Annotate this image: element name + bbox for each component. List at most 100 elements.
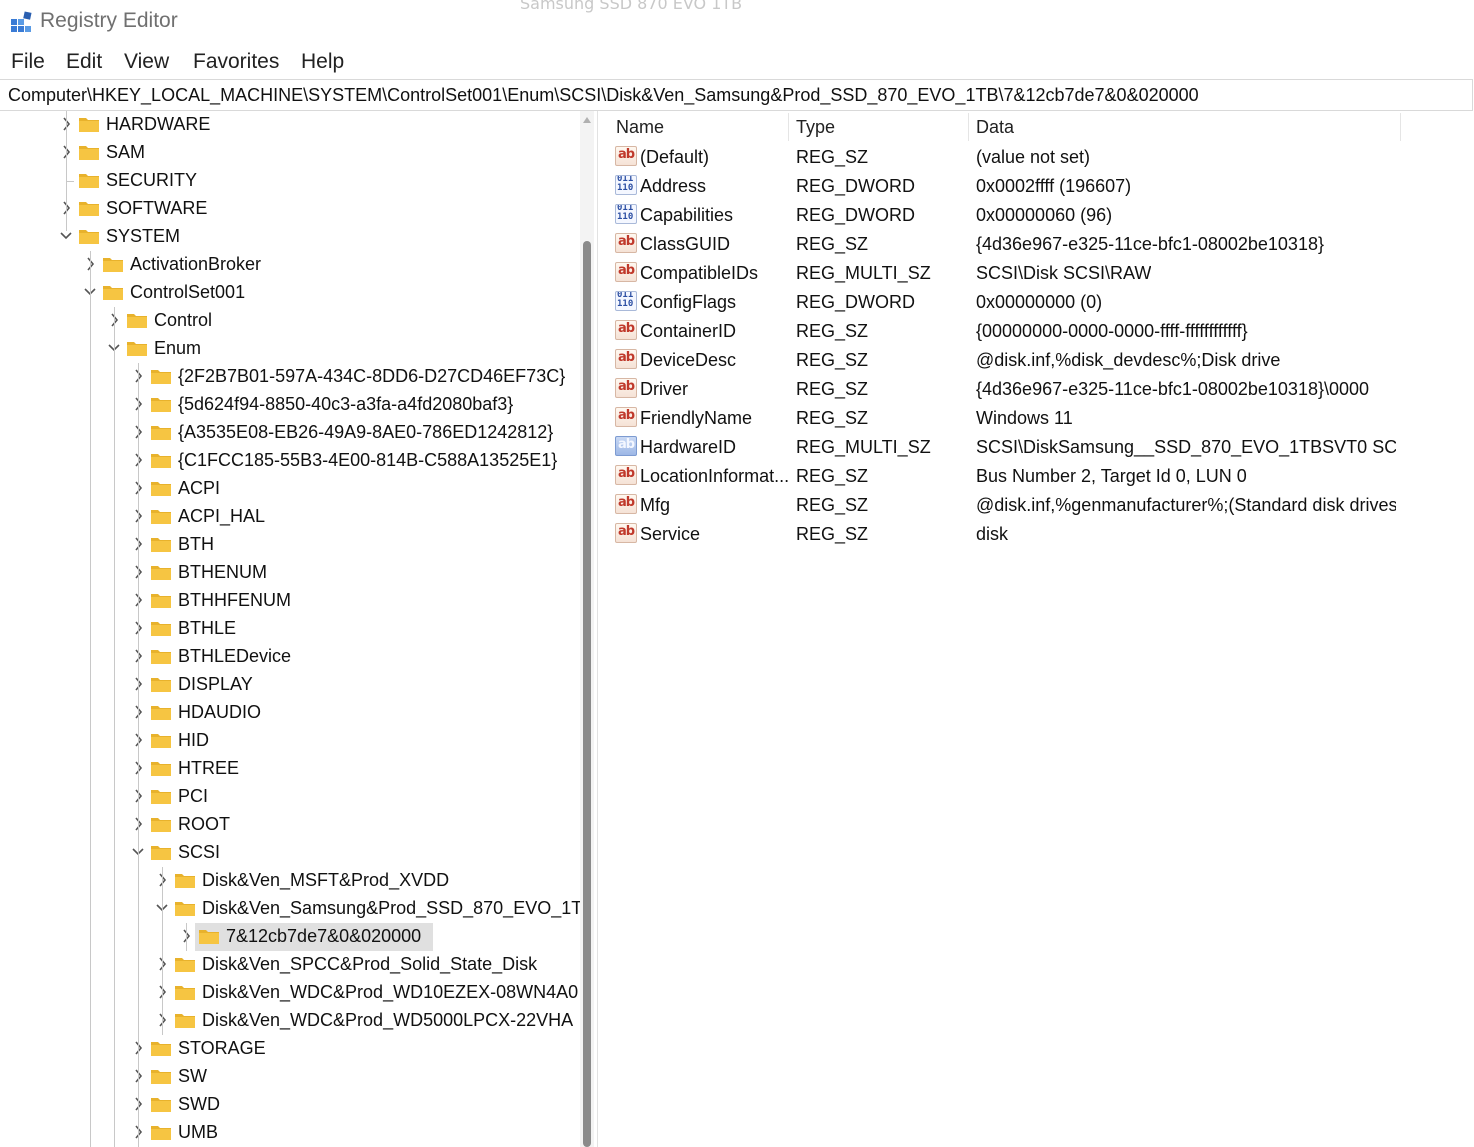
value-type: REG_SZ <box>796 234 869 254</box>
tree-node[interactable]: {A3535E08-EB26-49A9-8AE0-786ED1242812} <box>0 419 577 447</box>
folder-icon <box>150 1123 172 1141</box>
tree-node[interactable]: HARDWARE <box>0 111 577 139</box>
value-name: HardwareID <box>640 437 737 457</box>
tree-node[interactable]: BTHLE <box>0 615 577 643</box>
tree-node[interactable]: {C1FCC185-55B3-4E00-814B-C588A13525E1} <box>0 447 577 475</box>
tree-node[interactable]: Disk&Ven_MSFT&Prod_XVDD <box>0 867 577 895</box>
value-type: REG_SZ <box>796 147 869 167</box>
tree-node-label: ControlSet001 <box>130 282 246 302</box>
tree-node-label: HTREE <box>178 758 240 778</box>
value-row[interactable]: ab FriendlyName REG_SZ Windows 11 <box>608 404 1474 433</box>
menu-view[interactable]: View <box>124 50 169 74</box>
value-row[interactable]: ab (Default) REG_SZ (value not set) <box>608 143 1474 172</box>
tree-node[interactable]: ControlSet001 <box>0 279 577 307</box>
tree-node-label: Disk&Ven_Samsung&Prod_SSD_870_EVO_1TB <box>202 898 595 918</box>
scrollbar-thumb[interactable] <box>583 241 591 1147</box>
tree-node[interactable]: 7&12cb7de7&0&020000 <box>0 923 577 951</box>
tree-scrollbar[interactable] <box>580 111 594 1147</box>
folder-icon <box>78 143 100 161</box>
tree-node[interactable]: PCI <box>0 783 577 811</box>
tree-node[interactable]: ACPI_HAL <box>0 503 577 531</box>
value-row[interactable]: 011 110 Capabilities REG_DWORD 0x00000060 (9… <box>608 201 1474 230</box>
value-row[interactable]: ab Driver REG_SZ {4d36e967-e325-11ce-bfc1-0… <box>608 375 1474 404</box>
tree-node-label: BTHENUM <box>178 562 267 582</box>
tree-guide-line <box>162 867 163 1035</box>
column-name[interactable]: Name <box>616 117 664 138</box>
column-divider[interactable] <box>968 113 969 141</box>
string-value-icon: ab <box>615 146 637 166</box>
ghost-window-title: Samsung SSD 870 EVO 1TB <box>520 0 743 13</box>
string-value-icon: ab <box>615 465 637 485</box>
tree-node[interactable]: Disk&Ven_WDC&Prod_WD10EZEX-08WN4A0 <box>0 979 579 1007</box>
menu-help[interactable]: Help <box>301 50 344 74</box>
tree-node[interactable]: HID <box>0 727 577 755</box>
column-divider[interactable] <box>788 113 789 141</box>
tree-node-label: Disk&Ven_WDC&Prod_WD10EZEX-08WN4A0 <box>202 982 579 1002</box>
tree-node[interactable]: SW <box>0 1063 577 1091</box>
tree-node[interactable]: BTHLEDevice <box>0 643 577 671</box>
value-row[interactable]: ab Service REG_SZ disk <box>608 520 1474 549</box>
value-name: ContainerID <box>640 321 737 341</box>
tree-node[interactable]: {5d624f94-8850-40c3-a3fa-a4fd2080baf3} <box>0 391 577 419</box>
tree-node[interactable]: Disk&Ven_SPCC&Prod_Solid_State_Disk <box>0 951 577 979</box>
binary-value-icon: 011 110 <box>615 291 637 311</box>
menu-favorites[interactable]: Favorites <box>193 50 279 74</box>
values-list[interactable]: Name Type Data ab (Default) REG_SZ (value n… <box>608 111 1474 1147</box>
tree-node[interactable]: SCSI <box>0 839 577 867</box>
tree-node-label: HID <box>178 730 209 750</box>
tree-node[interactable]: ROOT <box>0 811 577 839</box>
title-bar: Registry Editor Samsung SSD 870 EVO 1TB <box>0 0 1474 46</box>
tree-node[interactable]: BTHENUM <box>0 559 577 587</box>
scroll-up-icon[interactable] <box>583 117 591 123</box>
tree-node-label: DISPLAY <box>178 674 253 694</box>
value-row[interactable]: ab ClassGUID REG_SZ {4d36e967-e325-11ce-bfc… <box>608 230 1474 259</box>
value-data: Bus Number 2, Target Id 0, LUN 0 <box>976 466 1247 486</box>
value-data: 0x00000060 (96) <box>976 205 1113 225</box>
tree-node-label: ACPI_HAL <box>178 506 266 526</box>
column-divider[interactable] <box>1400 113 1401 141</box>
address-bar[interactable]: Computer\HKEY_LOCAL_MACHINE\SYSTEM\Contr… <box>0 79 1473 111</box>
tree-node[interactable]: SOFTWARE <box>0 195 577 223</box>
menu-file[interactable]: File <box>11 50 45 74</box>
value-row[interactable]: ab DeviceDesc REG_SZ @disk.inf,%disk_devdes… <box>608 346 1474 375</box>
key-tree[interactable]: HARDWARE SAM SECURITY SOFTWARE SYSTEM Ac… <box>0 111 597 1147</box>
string-value-icon: ab <box>615 320 637 340</box>
value-row[interactable]: ab ContainerID REG_SZ {00000000-0000-0000-f… <box>608 317 1474 346</box>
value-type: REG_DWORD <box>796 292 916 312</box>
tree-node[interactable]: SWD <box>0 1091 577 1119</box>
value-row[interactable]: ab Mfg REG_SZ @disk.inf,%genmanufacturer%;(… <box>608 491 1474 520</box>
tree-node-label: UMB <box>178 1122 218 1142</box>
tree-node[interactable]: Control <box>0 307 577 335</box>
value-data: @disk.inf,%disk_devdesc%;Disk drive <box>976 350 1281 370</box>
value-row[interactable]: ab LocationInformat... REG_SZ Bus Number 2,… <box>608 462 1474 491</box>
tree-node[interactable]: DISPLAY <box>0 671 577 699</box>
string-value-icon: ab <box>615 523 637 543</box>
tree-node[interactable]: HTREE <box>0 755 577 783</box>
tree-node[interactable]: ActivationBroker <box>0 251 577 279</box>
tree-node[interactable]: SAM <box>0 139 577 167</box>
tree-node-label: BTHLEDevice <box>178 646 292 666</box>
tree-node[interactable]: SECURITY <box>0 167 577 195</box>
tree-node[interactable]: Disk&Ven_WDC&Prod_WD5000LPCX-22VHA <box>0 1007 577 1035</box>
value-row[interactable]: 011 110 Address REG_DWORD 0x0002ffff (196607… <box>608 172 1474 201</box>
tree-node[interactable]: ACPI <box>0 475 577 503</box>
value-type: REG_DWORD <box>796 176 916 196</box>
value-row[interactable]: ab HardwareID REG_MULTI_SZ SCSI\DiskSamsung… <box>608 433 1474 462</box>
tree-node[interactable]: BTH <box>0 531 577 559</box>
string-value-icon: ab <box>615 494 637 514</box>
value-row[interactable]: ab CompatibleIDs REG_MULTI_SZ SCSI\Disk SCS… <box>608 259 1474 288</box>
tree-node[interactable]: SYSTEM <box>0 223 577 251</box>
tree-node[interactable]: UMB <box>0 1119 577 1147</box>
address-path[interactable]: Computer\HKEY_LOCAL_MACHINE\SYSTEM\Contr… <box>8 85 1199 106</box>
menu-edit[interactable]: Edit <box>66 50 102 74</box>
folder-icon <box>150 507 172 525</box>
tree-node[interactable]: STORAGE <box>0 1035 577 1063</box>
tree-node[interactable]: Disk&Ven_Samsung&Prod_SSD_870_EVO_1TB <box>0 895 594 923</box>
column-data[interactable]: Data <box>976 117 1014 138</box>
value-row[interactable]: 011 110 ConfigFlags REG_DWORD 0x00000000 (0) <box>608 288 1474 317</box>
tree-node[interactable]: {2F2B7B01-597A-434C-8DD6-D27CD46EF73C} <box>0 363 577 391</box>
tree-node[interactable]: HDAUDIO <box>0 699 577 727</box>
tree-node[interactable]: Enum <box>0 335 577 363</box>
tree-node[interactable]: BTHHFENUM <box>0 587 577 615</box>
column-type[interactable]: Type <box>796 117 835 138</box>
